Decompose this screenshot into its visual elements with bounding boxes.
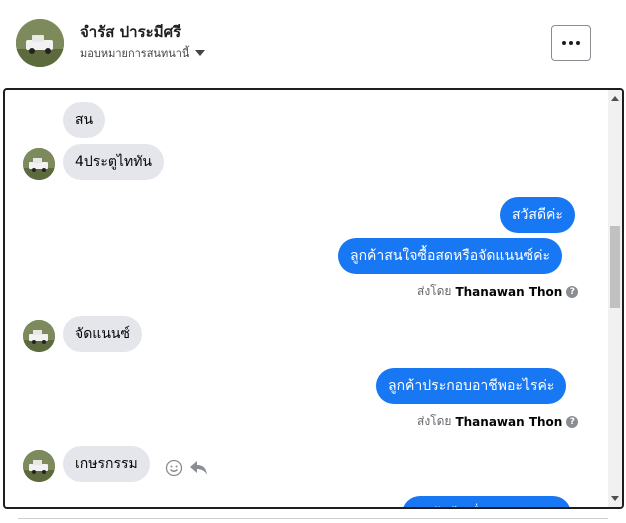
sent-by-agent: Thanawan Thon xyxy=(455,414,563,429)
outgoing-message[interactable]: ลูกค้าสนใจซื้อสดหรือจัดแนนซ์ค่ะ xyxy=(338,238,562,274)
sent-by-prefix: ส่งโดย xyxy=(417,414,452,428)
outgoing-message[interactable]: ลูกค้ามีเครื่องการจัดการ xyxy=(402,496,572,507)
incoming-message[interactable]: 4ประตูไททัน xyxy=(63,144,164,180)
info-icon[interactable]: ? xyxy=(566,415,579,428)
incoming-message[interactable]: สน xyxy=(63,102,106,138)
sent-by-label: ส่งโดย Thanawan Thon ? xyxy=(417,282,579,301)
message-list: สน 4ประตูไททัน สวัสดีค่ะ ลูกค้าสนใจซื้อส… xyxy=(5,90,608,507)
scrollbar-thumb[interactable] xyxy=(610,226,620,308)
assign-label: มอบหมายการสนทนานี้ xyxy=(80,47,190,60)
assign-conversation-dropdown[interactable]: มอบหมายการสนทนานี้ xyxy=(80,44,206,62)
caret-down-icon xyxy=(195,50,206,56)
contact-avatar-small xyxy=(23,450,55,482)
more-options-button[interactable] xyxy=(551,25,591,61)
more-options-icon xyxy=(562,41,580,45)
sent-by-label: ส่งโดย Thanawan Thon ? xyxy=(417,412,579,431)
contact-avatar-small xyxy=(23,320,55,352)
composer-edge xyxy=(18,518,608,523)
conversation-header: จำรัส ปาระมีศรี มอบหมายการสนทนานี้ xyxy=(0,0,626,88)
message-actions xyxy=(165,459,209,481)
contact-name: จำรัส ปาระมีศรี xyxy=(80,23,182,41)
sent-by-agent: Thanawan Thon xyxy=(455,284,563,299)
incoming-message[interactable]: เกษรกรรม xyxy=(63,446,150,482)
outgoing-message[interactable]: ลูกค้าประกอบอาชีพอะไรค่ะ xyxy=(376,368,567,404)
incoming-message[interactable]: จัดแนนซ์ xyxy=(63,316,142,352)
sent-by-prefix: ส่งโดย xyxy=(417,284,452,298)
smiley-icon[interactable] xyxy=(165,459,183,481)
scroll-down-arrow-icon[interactable] xyxy=(611,496,619,501)
reply-icon[interactable] xyxy=(189,459,209,481)
contact-avatar[interactable] xyxy=(16,19,64,67)
info-icon[interactable]: ? xyxy=(566,285,579,298)
scrollbar[interactable] xyxy=(608,90,622,507)
contact-avatar-small xyxy=(23,148,55,180)
scroll-up-arrow-icon[interactable] xyxy=(611,96,619,101)
outgoing-message[interactable]: สวัสดีค่ะ xyxy=(500,197,575,233)
message-thread[interactable]: สน 4ประตูไททัน สวัสดีค่ะ ลูกค้าสนใจซื้อส… xyxy=(3,88,624,509)
